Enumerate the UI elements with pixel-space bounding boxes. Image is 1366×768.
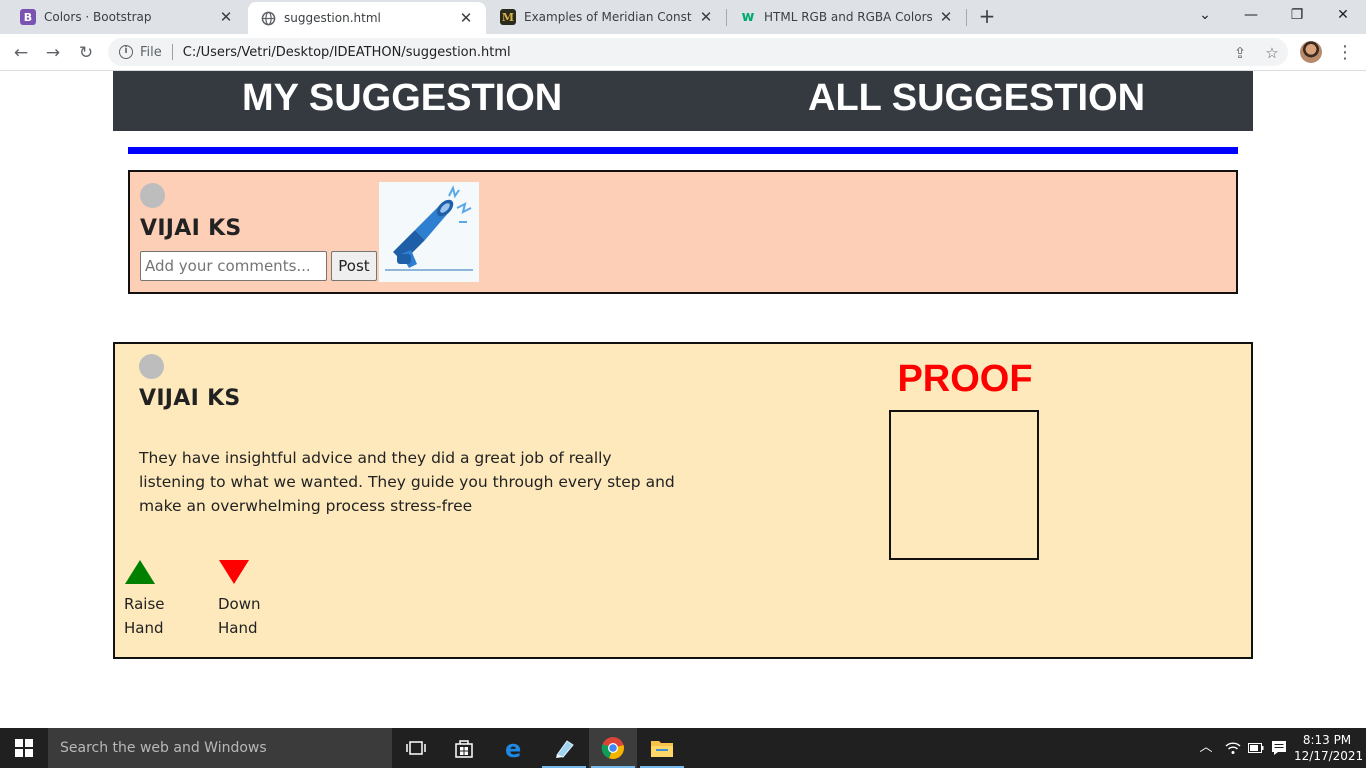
down-hand-button[interactable]: Down Hand [218,559,261,640]
close-tab-icon[interactable]: ✕ [698,8,714,26]
info-icon[interactable]: i [119,45,133,59]
url-text: C:/Users/Vetri/Desktop/IDEATHON/suggesti… [182,44,511,60]
raise-hand-button[interactable]: Raise Hand [124,559,165,640]
edge-icon[interactable]: e [490,728,538,768]
my-suggestion-link[interactable]: MY SUGGESTION [242,71,562,125]
close-tab-icon[interactable]: ✕ [938,8,954,26]
proof-title: PROOF [897,358,1033,400]
share-icon[interactable]: ⇪ [1228,41,1252,65]
divider-rule [128,147,1238,154]
clock-time: 8:13 PM [1302,733,1352,747]
notepad-app-icon[interactable] [540,728,588,768]
tray-overflow-icon[interactable]: ︿ [1196,728,1216,768]
down-label-line1: Down [218,595,261,613]
file-explorer-icon[interactable] [638,728,686,768]
store-icon[interactable] [440,728,488,768]
wifi-icon[interactable] [1222,728,1244,768]
task-view-icon[interactable] [392,728,440,768]
back-icon[interactable]: ← [9,41,33,65]
new-tab-icon[interactable]: + [976,5,998,27]
browser-toolbar: ← → ↻ i File C:/Users/Vetri/Desktop/IDEA… [0,34,1366,71]
suggestion-card: VIJAI KS They have insightful advice and… [113,342,1253,659]
close-tab-icon[interactable]: ✕ [458,9,474,27]
tab-title: Examples of Meridian Constructio [524,10,692,24]
notification-icon[interactable] [1268,728,1290,768]
tab-title: HTML RGB and RGBA Colors [764,10,932,24]
taskbar-search-input[interactable]: Search the web and Windows [48,728,392,768]
triangle-down-icon [219,560,249,584]
avatar [139,354,164,379]
bookmark-star-icon[interactable]: ☆ [1260,41,1284,65]
svg-text:e: e [505,736,521,760]
raise-label-line2: Hand [124,619,164,637]
bootstrap-icon: B [20,9,36,25]
megaphone-icon [379,182,479,282]
reload-icon[interactable]: ↻ [74,41,98,65]
page-header: MY SUGGESTION ALL SUGGESTION [113,71,1253,131]
raise-label-line1: Raise [124,595,165,613]
battery-icon[interactable] [1246,728,1266,768]
profile-avatar[interactable] [1300,41,1322,63]
restore-icon[interactable]: ❐ [1274,0,1320,30]
close-window-icon[interactable]: ✕ [1320,0,1366,30]
avatar [140,183,165,208]
meridian-m-icon: M [500,9,516,25]
tab-separator [726,9,727,26]
proof-image-box[interactable] [889,410,1039,560]
triangle-up-icon [125,560,155,584]
tab-search-chevron-icon[interactable]: ⌄ [1182,0,1228,30]
tab-suggestion[interactable]: suggestion.html ✕ [248,2,486,34]
comment-input[interactable] [140,251,327,281]
tab-title: Colors · Bootstrap [44,10,152,24]
windows-taskbar: Search the web and Windows e ︿ 8:13 PM 1… [0,728,1366,768]
chrome-icon[interactable] [589,728,637,768]
minimize-icon[interactable]: — [1228,0,1274,30]
close-tab-icon[interactable]: ✕ [218,8,234,26]
tab-strip: B Colors · Bootstrap ✕ suggestion.html ✕… [0,0,1366,34]
suggestion-text: They have insightful advice and they did… [139,449,675,515]
address-bar[interactable]: i File C:/Users/Vetri/Desktop/IDEATHON/s… [108,38,1288,66]
post-button[interactable]: Post [331,251,377,281]
menu-kebab-icon[interactable]: ⋮ [1333,41,1357,65]
all-suggestion-link[interactable]: ALL SUGGESTION [808,71,1145,125]
down-label-line2: Hand [218,619,258,637]
compose-card: VIJAI KS Post [128,170,1238,294]
scheme-label: File [140,44,162,60]
forward-icon[interactable]: → [41,41,65,65]
suggestion-user-name: VIJAI KS [139,386,241,411]
globe-icon [260,10,276,26]
w3schools-icon: w [741,9,755,25]
tab-bootstrap-colors[interactable]: B Colors · Bootstrap ✕ [8,0,246,34]
tab-meridian[interactable]: M Examples of Meridian Constructio ✕ [488,0,726,34]
tab-html-rgb[interactable]: w HTML RGB and RGBA Colors ✕ [728,0,966,34]
clock-date: 12/17/2021 [1294,749,1364,763]
tab-title: suggestion.html [284,11,381,25]
taskbar-clock[interactable]: 8:13 PM 12/17/2021 [1294,732,1364,764]
windows-start-icon[interactable] [0,728,48,768]
tab-separator [966,9,967,26]
address-divider [171,44,173,60]
compose-user-name: VIJAI KS [140,216,242,241]
